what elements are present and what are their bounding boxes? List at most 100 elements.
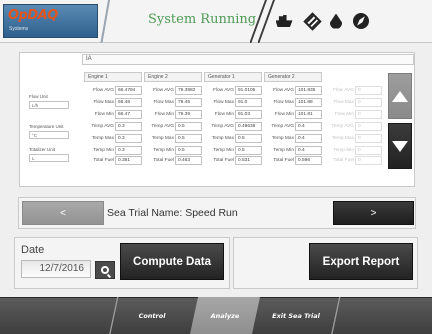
row-label: Temp Min: [273, 148, 294, 153]
sea-trial-name: Sea Trial Name: Speed Run: [107, 207, 238, 219]
value-field: 0.596: [295, 156, 322, 165]
column-header-engine-1: Engine 1: [84, 72, 142, 82]
value-field: 0.5: [235, 146, 262, 155]
value-field: 0.5: [175, 122, 202, 131]
scroll-up-button[interactable]: [388, 73, 412, 119]
top-bar: OpDAQ Systems System Running: [0, 0, 432, 43]
tab-analyze[interactable]: Analyze: [190, 297, 260, 334]
totalizer-unit-field[interactable]: L: [29, 154, 69, 162]
flow-unit-label: Flow Unit: [29, 94, 48, 99]
row-label: Temp Max: [331, 136, 354, 141]
value-field: 0: [355, 146, 382, 155]
row-label: Flow AVG: [213, 88, 234, 93]
tab-control[interactable]: Control: [116, 297, 188, 334]
row-label: Total Fuel: [333, 158, 354, 163]
row-label: Flow Min: [274, 112, 294, 117]
value-field: 0: [355, 156, 382, 165]
temperature-unit-field[interactable]: °C: [29, 131, 69, 139]
flow-unit-field[interactable]: L/h: [29, 101, 69, 109]
compass-icon[interactable]: [352, 12, 370, 30]
value-field: 0.5: [175, 134, 202, 143]
row-label: Temp Max: [211, 136, 234, 141]
row-label: Temp AVG: [271, 124, 294, 129]
row-label: Temp AVG: [151, 124, 174, 129]
row-label: Total Fuel: [213, 158, 234, 163]
value-field: 79.45: [175, 98, 202, 107]
trial-id-field[interactable]: IA: [82, 54, 414, 65]
row-label: Temp Min: [333, 148, 354, 153]
logo: OpDAQ Systems: [3, 4, 98, 38]
compute-data-button[interactable]: Compute Data: [120, 243, 224, 280]
row-label: Temp Min: [93, 148, 114, 153]
nav-divider: [330, 297, 342, 334]
row-label: Temp AVG: [211, 124, 234, 129]
value-field: 66.4794: [115, 86, 142, 95]
value-field: 0: [355, 110, 382, 119]
date-field[interactable]: 12/7/2016: [21, 260, 91, 278]
search-icon: [101, 266, 109, 274]
row-label: Flow Max: [153, 100, 174, 105]
value-field: 0.49636: [235, 122, 262, 131]
row-label: Total Fuel: [93, 158, 114, 163]
row-label: Total Fuel: [273, 158, 294, 163]
value-field: 101.81: [295, 110, 322, 119]
row-label: Temp Min: [153, 148, 174, 153]
value-field: 101.88: [295, 98, 322, 107]
value-field: 0.3: [115, 122, 142, 131]
row-label: Total Fuel: [153, 158, 174, 163]
scroll-down-button[interactable]: [388, 123, 412, 169]
row-label: Flow AVG: [333, 88, 354, 93]
row-label: Flow AVG: [153, 88, 174, 93]
row-label: Flow Max: [333, 100, 354, 105]
row-label: Flow AVG: [93, 88, 114, 93]
header-divider: [96, 0, 118, 43]
row-label: Flow Min: [334, 112, 354, 117]
value-field: 0: [355, 98, 382, 107]
previous-trial-button[interactable]: <: [22, 201, 104, 225]
value-field: 79.3982: [175, 86, 202, 95]
logo-subtext: Systems: [9, 26, 29, 32]
value-field: 66.48: [115, 98, 142, 107]
value-field: 66.47: [115, 110, 142, 119]
export-report-button[interactable]: Export Report: [309, 243, 413, 280]
date-label: Date: [21, 244, 45, 256]
row-label: Flow Max: [273, 100, 294, 105]
value-field: 0: [355, 122, 382, 131]
tab-exit-sea-trial[interactable]: Exit Sea Trial: [260, 297, 332, 334]
arrow-up-icon: [392, 90, 408, 102]
row-label: Flow Min: [214, 112, 234, 117]
system-status: System Running: [148, 12, 257, 27]
totalizer-unit-label: Totalizer Unit: [29, 147, 56, 152]
row-label: Flow Max: [213, 100, 234, 105]
temperature-unit-label: Temperature Unit: [29, 124, 64, 129]
row-label: Temp Min: [213, 148, 234, 153]
column-header-generator-2: Generator 2: [264, 72, 322, 82]
app-window: OpDAQ Systems System Running IA Engine 1…: [0, 0, 432, 334]
diamond-grid-icon[interactable]: [302, 11, 322, 31]
value-field: 0.4: [295, 122, 322, 131]
value-field: 101.835: [295, 86, 322, 95]
next-trial-button[interactable]: >: [333, 201, 414, 225]
row-label: Temp Max: [91, 136, 114, 141]
value-field: 91.0: [235, 98, 262, 107]
row-label: Temp Max: [271, 136, 294, 141]
value-field: 0.381: [115, 156, 142, 165]
row-label: Temp Max: [151, 136, 174, 141]
value-field: 91.0105: [235, 86, 262, 95]
row-label: Temp AVG: [91, 124, 114, 129]
value-field: 0: [355, 134, 382, 143]
date-search-button[interactable]: [95, 261, 115, 279]
value-field: 0.5: [175, 146, 202, 155]
value-field: 0.3: [115, 146, 142, 155]
value-field: 0.5: [235, 134, 262, 143]
value-field: 91.03: [235, 110, 262, 119]
row-label: Flow Min: [154, 112, 174, 117]
row-label: Temp AVG: [331, 124, 354, 129]
ship-icon[interactable]: [275, 12, 293, 30]
logo-text: OpDAQ: [8, 8, 58, 23]
row-label: Flow Min: [94, 112, 114, 117]
fuel-drop-icon[interactable]: [327, 12, 345, 30]
column-header-engine-2: Engine 2: [144, 72, 202, 82]
value-field: 0.463: [175, 156, 202, 165]
value-field: 0.4: [295, 134, 322, 143]
